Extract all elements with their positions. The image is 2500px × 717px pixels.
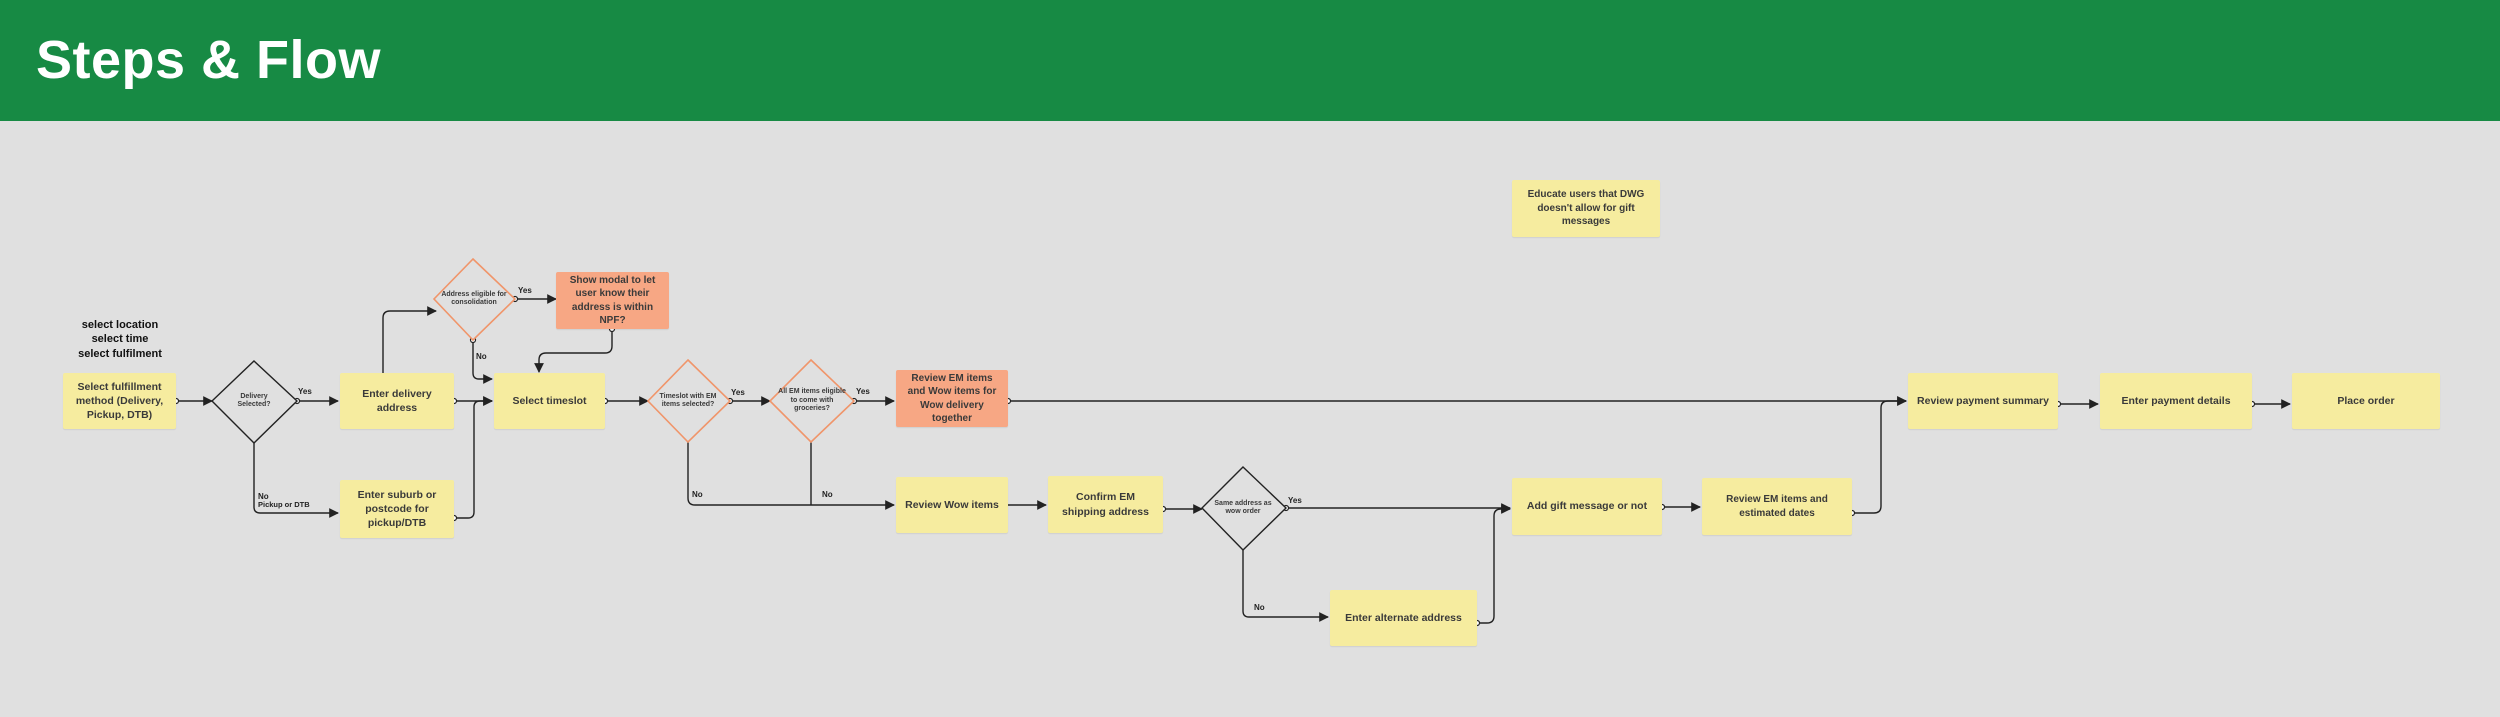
label-eligible-yes: Yes [518,286,532,295]
node-enter-payment-details[interactable]: Enter payment details [2100,373,2252,429]
node-show-modal[interactable]: Show modal to let user know their addres… [556,272,669,329]
side-note-line: select fulfilment [78,347,162,360]
node-add-gift-message[interactable]: Add gift message or not [1512,478,1662,535]
label-delivery-no-sub: Pickup or DTB [258,500,310,509]
node-educate-users[interactable]: Educate users that DWG doesn't allow for… [1512,180,1660,237]
edge-modal-to-timeslot [534,329,613,373]
label-timeslot-no: No [692,490,703,499]
node-enter-suburb[interactable]: Enter suburb or postcode for pickup/DTB [340,480,454,538]
decision-timeslot-em[interactable]: Timeslot with EM items selected? [654,387,722,415]
node-review-wow-items[interactable]: Review Wow items [896,477,1008,533]
label-eligible-no: No [476,352,487,361]
node-select-fulfillment[interactable]: Select fulfillment method (Delivery, Pic… [63,373,176,429]
label-delivery-yes: Yes [298,387,312,396]
decision-same-address[interactable]: Same address as wow order [1208,495,1278,521]
label-all-em-no: No [822,490,833,499]
node-enter-alternate-address[interactable]: Enter alternate address [1330,590,1477,646]
edge-alternate-to-gift [1477,504,1511,624]
node-review-em-wow[interactable]: Review EM items and Wow items for Wow de… [896,370,1008,427]
side-note-line: select time [91,333,149,346]
edge-delivery-address-to-eligible [382,306,437,373]
side-note: select location select time select fulfi… [52,318,188,361]
decision-address-eligible[interactable]: Address eligible for consolidation [438,285,510,313]
edge-em-dates-to-payment [1852,396,1907,514]
label-same-yes: Yes [1288,496,1302,505]
label-all-em-yes: Yes [856,387,870,396]
label-same-no: No [1254,603,1265,612]
decision-delivery-selected[interactable]: Delivery Selected? [224,386,284,416]
side-note-line: select location [81,319,159,331]
node-review-payment-summary[interactable]: Review payment summary [1908,373,2058,429]
node-place-order[interactable]: Place order [2292,373,2440,429]
edge-suburb-to-timeslot [454,396,493,519]
node-enter-delivery-address[interactable]: Enter delivery address [340,373,454,429]
node-review-em-dates[interactable]: Review EM items and estimated dates [1702,478,1852,535]
edge-timeslot-em-no [687,442,895,510]
node-confirm-em-shipping[interactable]: Confirm EM shipping address [1048,476,1163,533]
label-timeslot-yes: Yes [731,388,745,397]
node-select-timeslot[interactable]: Select timeslot [494,373,605,429]
flow-connectors [172,257,2291,627]
decision-all-em-items[interactable]: All EM items eligible to come with groce… [776,385,848,417]
